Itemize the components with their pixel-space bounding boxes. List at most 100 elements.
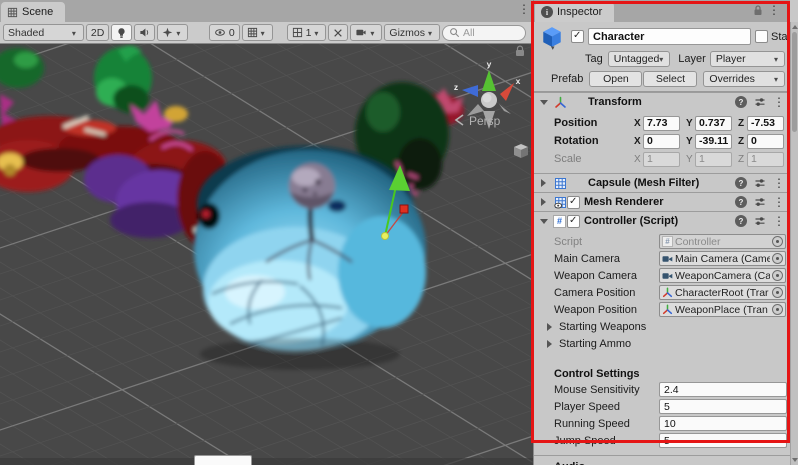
scrollbar-thumb[interactable] <box>792 32 797 132</box>
rotation-y-input[interactable] <box>695 134 732 149</box>
running-speed-input[interactable] <box>659 416 787 431</box>
tag-dropdown[interactable]: Untagged <box>608 51 671 67</box>
prefab-select-button[interactable]: Select <box>643 71 697 87</box>
tag-label: Tag <box>585 53 603 65</box>
gizmo-y-cone[interactable] <box>482 70 496 91</box>
kebab-menu-icon[interactable] <box>773 95 785 109</box>
mouse-sensitivity-input[interactable] <box>659 382 787 397</box>
grid-visibility-dropdown[interactable] <box>242 24 273 41</box>
grid-snap-dropdown[interactable]: 1 <box>287 24 327 41</box>
effects-dropdown[interactable] <box>157 24 188 41</box>
blue-creature-mesh[interactable] <box>194 146 426 370</box>
snap-toggle[interactable] <box>328 24 348 41</box>
chevron-down-icon <box>261 27 268 39</box>
mesh-renderer-header[interactable]: Mesh Renderer ? <box>534 192 790 211</box>
foldout-open-icon[interactable] <box>540 100 548 105</box>
draw-mode-label: Shaded <box>8 27 44 39</box>
scroll-down-icon[interactable] <box>792 458 798 462</box>
weapon-camera-object-field[interactable]: WeaponCamera (Ca <box>659 268 786 283</box>
camera-position-object-field[interactable]: CharacterRoot (Trar <box>659 285 786 300</box>
tag-value: Untagged <box>614 53 660 65</box>
mesh-filter-header[interactable]: Capsule (Mesh Filter) ? <box>534 173 790 192</box>
tab-scene[interactable]: Scene <box>1 2 65 22</box>
kebab-menu-icon[interactable] <box>773 195 785 209</box>
help-icon[interactable]: ? <box>735 215 747 227</box>
prefab-overrides-dropdown[interactable]: Overrides <box>703 71 785 87</box>
script-object-field[interactable]: # Controller <box>659 234 786 249</box>
starting-ammo-foldout[interactable]: Starting Ammo <box>534 335 790 352</box>
kebab-menu-icon[interactable] <box>773 214 785 228</box>
gameobject-name-input[interactable] <box>588 28 751 45</box>
scale-z-input[interactable] <box>747 152 784 167</box>
foldout-closed-icon <box>547 323 552 331</box>
draw-mode-dropdown[interactable]: Shaded <box>3 24 84 41</box>
scroll-up-icon[interactable] <box>792 25 798 29</box>
lock-icon[interactable] <box>752 4 764 20</box>
inspector-menu-icon[interactable] <box>768 3 780 17</box>
object-picker-icon[interactable] <box>772 304 783 315</box>
presets-icon[interactable] <box>754 196 766 208</box>
audio-toggle[interactable] <box>134 24 155 41</box>
weapon-camera-row: Weapon Camera WeaponCamera (Ca <box>534 267 790 284</box>
help-icon[interactable]: ? <box>735 177 747 189</box>
camera-settings-dropdown[interactable] <box>350 24 382 41</box>
cross-icon <box>333 28 343 38</box>
audio-field-partial[interactable] <box>194 455 252 465</box>
chevron-down-icon <box>72 27 79 39</box>
inspector-scrollbar[interactable] <box>790 22 798 465</box>
player-speed-input[interactable] <box>659 399 787 414</box>
controller-enabled-checkbox[interactable] <box>567 215 580 228</box>
foldout-closed-icon[interactable] <box>541 179 546 187</box>
controller-script-header[interactable]: # Controller (Script) ? <box>534 211 790 230</box>
object-picker-icon[interactable] <box>772 253 783 264</box>
foldout-open-icon[interactable] <box>540 219 548 224</box>
scene-search-input[interactable] <box>463 27 519 39</box>
scene-visibility-toggle[interactable]: 0 <box>209 24 240 41</box>
position-y-input[interactable] <box>695 116 732 131</box>
gizmos-dropdown[interactable]: Gizmos <box>384 24 440 41</box>
gameobject-header: Static Tag Untagged Layer Player Prefab … <box>534 22 790 92</box>
help-icon[interactable]: ? <box>735 96 747 108</box>
main-camera-object-field[interactable]: Main Camera (Came <box>659 251 786 266</box>
presets-icon[interactable] <box>754 215 766 227</box>
presets-icon[interactable] <box>754 96 766 108</box>
2d-toggle[interactable]: 2D <box>86 24 109 41</box>
gameobject-icon[interactable] <box>540 25 567 49</box>
gizmo-x-cone[interactable] <box>500 83 514 101</box>
object-picker-icon[interactable] <box>772 287 783 298</box>
jump-speed-input[interactable] <box>659 433 787 448</box>
scale-y-input[interactable] <box>695 152 732 167</box>
scale-x-input[interactable] <box>643 152 680 167</box>
active-checkbox[interactable] <box>571 30 584 43</box>
weapon-position-object-field[interactable]: WeaponPlace (Tran <box>659 302 786 317</box>
mesh-renderer-enabled-checkbox[interactable] <box>567 196 580 209</box>
presets-icon[interactable] <box>754 177 766 189</box>
rotation-z-input[interactable] <box>747 134 784 149</box>
mesh-renderer-title: Mesh Renderer <box>584 196 663 208</box>
static-checkbox[interactable] <box>755 30 768 43</box>
scale-row: Scale X Y Z <box>534 150 790 168</box>
gizmo-center[interactable] <box>382 233 389 240</box>
scene-viewport[interactable]: y x z Persp <box>0 44 533 465</box>
layer-dropdown[interactable]: Player <box>710 51 785 67</box>
transform-header[interactable]: Transform ? <box>534 92 790 111</box>
scene-search-field[interactable] <box>442 25 526 41</box>
object-picker-icon[interactable] <box>772 236 783 247</box>
help-icon[interactable]: ? <box>735 196 747 208</box>
lighting-toggle[interactable] <box>111 24 132 41</box>
object-picker-icon[interactable] <box>772 270 783 281</box>
gizmo-x-handle[interactable] <box>400 205 408 213</box>
rotation-row: Rotation X Y Z <box>534 132 790 150</box>
tab-inspector[interactable]: i Inspector <box>535 2 614 22</box>
foldout-closed-icon[interactable] <box>541 198 546 206</box>
audio-section-header[interactable]: Audio <box>534 455 790 465</box>
position-z-input[interactable] <box>747 116 784 131</box>
kebab-menu-icon[interactable] <box>773 176 785 190</box>
prefab-open-button[interactable]: Open <box>589 71 642 87</box>
starting-weapons-foldout[interactable]: Starting Weapons <box>534 318 790 335</box>
grid-icon <box>247 27 258 38</box>
scene-panel-menu-icon[interactable] <box>518 2 528 18</box>
rotation-x-input[interactable] <box>643 134 680 149</box>
position-x-input[interactable] <box>643 116 680 131</box>
scene-lock-icon[interactable] <box>516 46 524 56</box>
